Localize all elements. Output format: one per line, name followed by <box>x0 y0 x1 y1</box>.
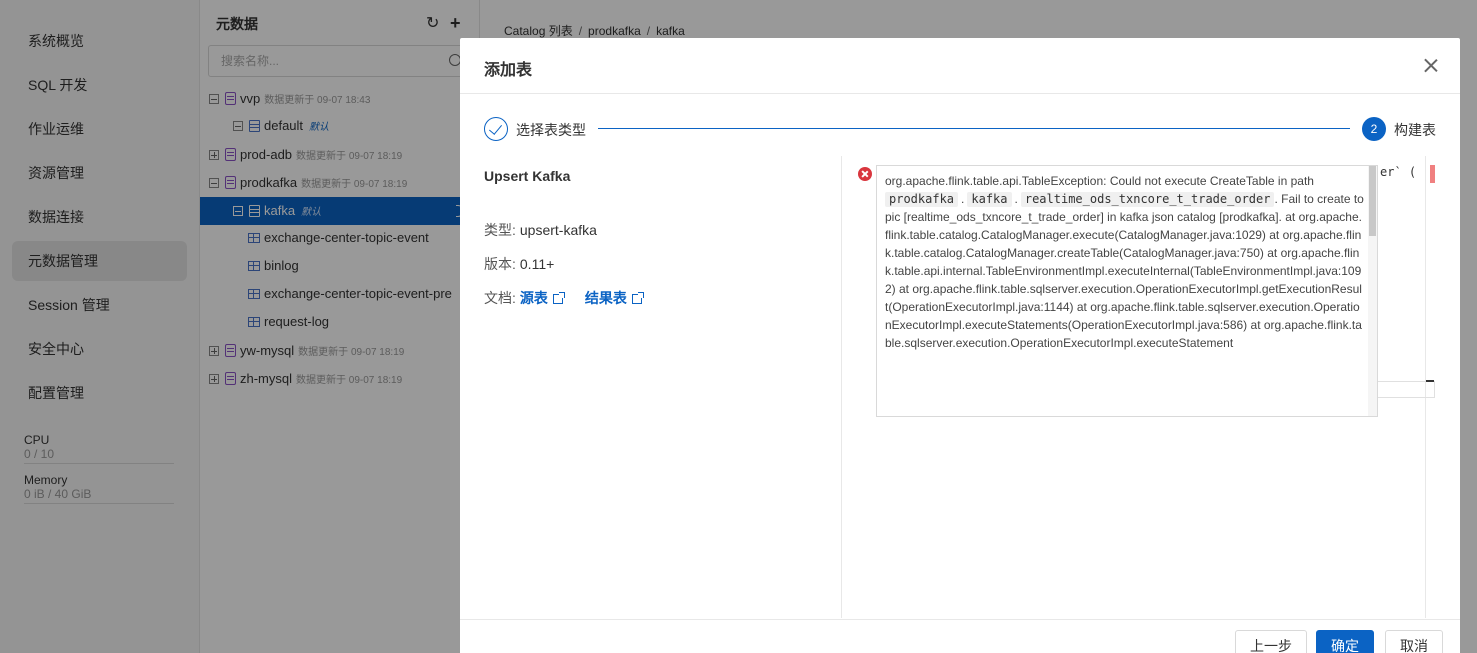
close-icon[interactable] <box>1424 58 1438 72</box>
add-table-modal: 添加表 选择表类型 2 构建表 Upsert Kafka 类型: upsert-k… <box>460 38 1460 653</box>
step-connector-line <box>598 128 1350 129</box>
modal-title: 添加表 <box>484 62 533 79</box>
editor-cursor <box>1426 380 1434 382</box>
footer-divider <box>460 619 1460 620</box>
connector-type-row: 类型: upsert-kafka <box>484 220 597 240</box>
code-chip-database: kafka <box>967 192 1012 207</box>
type-value: upsert-kafka <box>519 222 597 238</box>
code-chip-catalog: prodkafka <box>885 192 959 207</box>
connector-version-row: 版本: 0.11+ <box>484 254 554 274</box>
column-divider <box>841 156 842 618</box>
type-label: 类型: <box>484 222 516 238</box>
step-2-number: 2 <box>1362 117 1386 141</box>
code-chip-table: realtime_ods_txncore_t_trade_order <box>1020 192 1275 207</box>
docs-label: 文档: <box>484 290 516 306</box>
version-value: 0.11+ <box>519 256 555 272</box>
sql-editor-text[interactable]: er` ( <box>1380 165 1416 179</box>
sql-editor-line[interactable] <box>1376 381 1435 398</box>
connector-docs-row: 文档: 源表 结果表 <box>484 288 644 308</box>
version-label: 版本: <box>484 256 516 272</box>
scrollbar-thumb[interactable] <box>1369 166 1376 236</box>
error-line-2: . Fail to create topic [realtime_ods_txn… <box>885 192 1364 350</box>
connector-name: Upsert Kafka <box>484 168 571 184</box>
doc-source-link[interactable]: 源表 <box>520 290 565 306</box>
error-line-marker <box>1430 165 1435 183</box>
external-link-icon <box>552 292 565 304</box>
step-2-label: 构建表 <box>1394 122 1436 138</box>
error-tooltip: org.apache.flink.table.api.TableExceptio… <box>876 165 1378 417</box>
error-icon[interactable] <box>858 167 872 181</box>
error-scrollbar[interactable] <box>1368 166 1377 416</box>
cancel-button[interactable]: 取消 <box>1385 630 1443 653</box>
doc-sink-link[interactable]: 结果表 <box>585 290 644 306</box>
divider <box>460 93 1460 94</box>
external-link-icon <box>631 292 644 304</box>
step-done-check-icon <box>484 117 508 141</box>
confirm-button[interactable]: 确定 <box>1316 630 1374 653</box>
error-message: org.apache.flink.table.api.TableExceptio… <box>885 174 1364 350</box>
step-1-label: 选择表类型 <box>516 122 586 138</box>
error-line-1: org.apache.flink.table.api.TableExceptio… <box>885 174 1314 188</box>
prev-step-button[interactable]: 上一步 <box>1235 630 1307 653</box>
